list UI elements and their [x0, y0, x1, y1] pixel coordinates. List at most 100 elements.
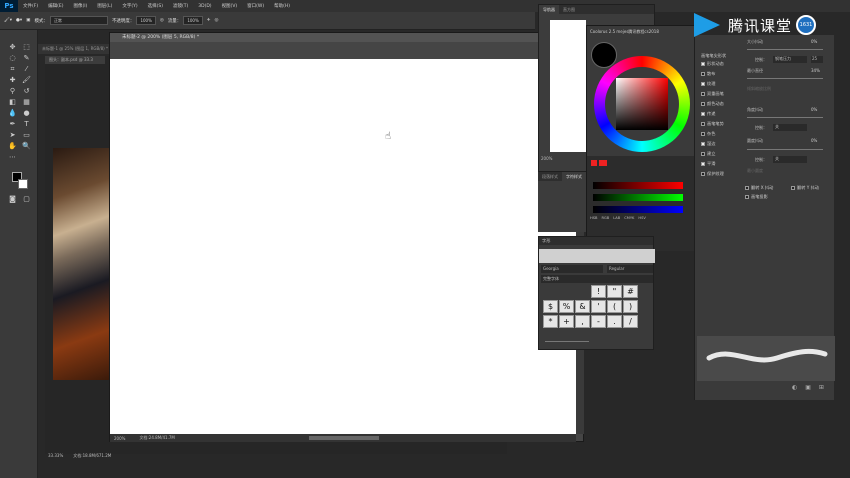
pressure-opacity-icon[interactable]: ◎: [160, 18, 164, 23]
main-zoom[interactable]: 200%: [114, 436, 125, 441]
glyph-cell[interactable]: ,: [575, 315, 590, 328]
recent-glyphs-row[interactable]: [539, 249, 655, 263]
glyph-cell[interactable]: ': [591, 300, 606, 313]
menu-file[interactable]: 文件(F): [18, 3, 43, 9]
brush-option-shape-dynamics[interactable]: 形状动态: [701, 61, 724, 67]
brush-projection-checkbox[interactable]: 画笔投影: [745, 194, 768, 200]
glyph-cell[interactable]: ": [607, 285, 622, 298]
glyph-cell[interactable]: -: [591, 315, 606, 328]
opacity-input[interactable]: 100%: [136, 16, 156, 25]
angle-jitter-slider[interactable]: [747, 117, 823, 118]
background-color-swatch[interactable]: [18, 179, 28, 189]
size-control-fade[interactable]: 25: [811, 56, 823, 63]
more-tools-icon[interactable]: ⋯: [8, 153, 17, 162]
font-style-select[interactable]: Regular: [607, 265, 653, 273]
tab-paragraph-styles[interactable]: 段落样式: [538, 172, 562, 181]
glyph-cell[interactable]: (: [607, 300, 622, 313]
red-channel-slider[interactable]: [593, 182, 683, 189]
menu-type[interactable]: 文字(Y): [117, 3, 142, 9]
background-zoom[interactable]: 33.33%: [48, 453, 63, 458]
brush-option-protect-texture[interactable]: 保护纹理: [701, 171, 724, 177]
navigator-zoom[interactable]: 200%: [541, 156, 552, 161]
glyph-cell[interactable]: /: [623, 315, 638, 328]
brush-panel-toggle-icon[interactable]: ▣: [26, 18, 30, 23]
glyph-cell[interactable]: +: [559, 315, 574, 328]
brush-option-build-up[interactable]: 建立: [701, 151, 715, 157]
brush-tool-icon[interactable]: 🖌▾: [4, 18, 12, 23]
size-jitter-slider[interactable]: [747, 49, 823, 50]
font-family-select[interactable]: Georgia: [541, 265, 603, 273]
pressure-size-icon[interactable]: ◎: [215, 18, 219, 23]
zoom-tool-icon[interactable]: 🔍: [22, 142, 31, 151]
pen-tool-icon[interactable]: ✒: [8, 120, 17, 129]
menu-window[interactable]: 窗口(W): [242, 3, 269, 9]
glyph-cell[interactable]: .: [607, 315, 622, 328]
glyph-size-slider[interactable]: [545, 341, 589, 342]
canvas[interactable]: ☝: [110, 59, 576, 434]
type-tool-icon[interactable]: T: [22, 120, 31, 129]
eyedropper-icon[interactable]: ⁄: [22, 65, 31, 74]
roundness-jitter-slider[interactable]: [747, 149, 823, 150]
color-mode-rgb[interactable]: [591, 160, 597, 166]
brush-tool-icon[interactable]: 🖌: [22, 76, 31, 85]
tab-character-styles[interactable]: 字符样式: [562, 172, 586, 181]
glyph-cell[interactable]: #: [623, 285, 638, 298]
brush-option-texture[interactable]: 纹理: [701, 81, 715, 87]
toggle-brush-preview-icon[interactable]: ◐: [792, 384, 797, 391]
hue-color-wheel[interactable]: [594, 56, 690, 152]
clone-stamp-icon[interactable]: ⚲: [8, 87, 17, 96]
history-brush-icon[interactable]: ↺: [22, 87, 31, 96]
glyph-cell[interactable]: *: [543, 315, 558, 328]
flip-y-jitter-checkbox[interactable]: 翻转 Y 抖动: [791, 185, 819, 191]
brush-option-noise[interactable]: 杂色: [701, 131, 715, 137]
minimum-diameter-value[interactable]: 34%: [811, 68, 820, 73]
brush-option-wet-edges[interactable]: 湿边: [701, 141, 715, 147]
crop-tool-icon[interactable]: ⌗: [8, 65, 17, 74]
brush-tip-shape-header[interactable]: 画笔笔尖形状: [701, 53, 726, 59]
blur-icon[interactable]: 💧: [8, 109, 17, 118]
minimum-diameter-slider[interactable]: [747, 78, 823, 79]
quick-mask-icon[interactable]: ◙: [8, 195, 17, 204]
menu-filter[interactable]: 滤镜(T): [168, 3, 193, 9]
marquee-tool-icon[interactable]: ⬚: [22, 43, 31, 52]
glyph-cell[interactable]: %: [559, 300, 574, 313]
brush-option-transfer[interactable]: 传递: [701, 111, 715, 117]
glyph-cell[interactable]: ): [623, 300, 638, 313]
blue-channel-slider[interactable]: [593, 206, 683, 213]
brush-option-brush-pose[interactable]: 画笔笔势: [701, 121, 724, 127]
brush-preset-picker[interactable]: ●▾: [16, 18, 22, 23]
brush-option-color-dynamics[interactable]: 颜色动态: [701, 101, 724, 107]
menu-edit[interactable]: 编辑(E): [43, 3, 68, 9]
angle-control-select[interactable]: 关: [773, 124, 807, 131]
size-control-select[interactable]: 钢笔压力: [773, 56, 807, 63]
lasso-tool-icon[interactable]: ◌: [8, 54, 17, 63]
flow-input[interactable]: 100%: [183, 16, 203, 25]
angle-jitter-value[interactable]: 0%: [811, 107, 817, 112]
healing-brush-icon[interactable]: ✚: [8, 76, 17, 85]
model-hsv[interactable]: HSV: [638, 216, 645, 220]
eraser-icon[interactable]: ◧: [8, 98, 17, 107]
brush-option-scattering[interactable]: 散布: [701, 71, 715, 77]
new-brush-icon[interactable]: ▣: [805, 384, 811, 391]
hand-tool-icon[interactable]: ✋: [8, 142, 17, 151]
tab-doc-1[interactable]: 未标题-1 @ 25% (图层 1, RGB/8) *: [38, 44, 110, 54]
new-preset-icon[interactable]: ⊞: [819, 384, 824, 391]
menu-select[interactable]: 选择(S): [143, 3, 168, 9]
flip-x-jitter-checkbox[interactable]: 翻转 X 抖动: [745, 185, 773, 191]
glyph-cell[interactable]: !: [591, 285, 606, 298]
gradient-icon[interactable]: ▦: [22, 98, 31, 107]
color-mode-red[interactable]: [599, 160, 607, 166]
menu-layer[interactable]: 图层(L): [92, 3, 117, 9]
glyph-filter-select[interactable]: 完整字体: [541, 275, 653, 283]
menu-view[interactable]: 视图(V): [217, 3, 243, 9]
menu-3d[interactable]: 3D(D): [193, 4, 216, 9]
path-select-icon[interactable]: ➤: [8, 131, 17, 140]
roundness-control-select[interactable]: 关: [773, 156, 807, 163]
navigator-thumbnail[interactable]: [550, 20, 586, 152]
shape-tool-icon[interactable]: ▭: [22, 131, 31, 140]
dodge-icon[interactable]: ●: [22, 109, 31, 118]
menu-help[interactable]: 帮助(H): [269, 3, 295, 9]
glyph-cell[interactable]: $: [543, 300, 558, 313]
mode-select[interactable]: 正常: [49, 16, 108, 25]
green-channel-slider[interactable]: [593, 194, 683, 201]
